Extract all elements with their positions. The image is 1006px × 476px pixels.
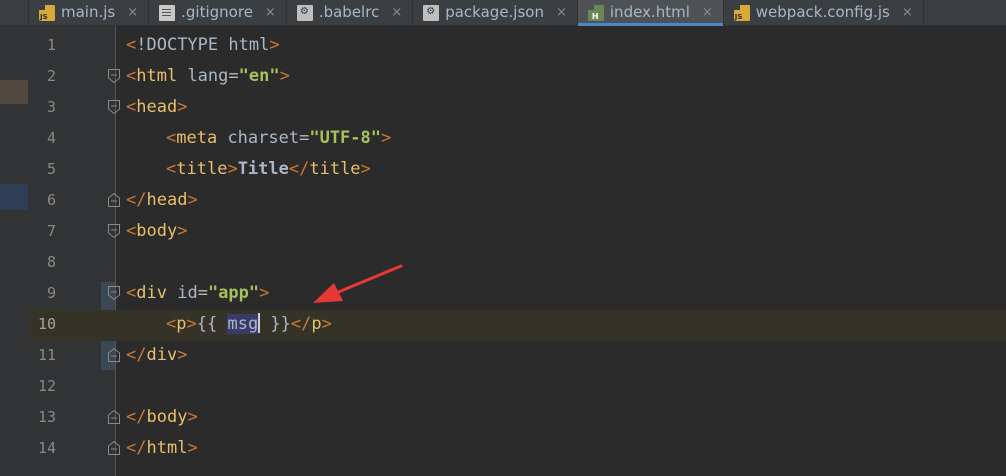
annotation-arrow-icon xyxy=(313,264,403,303)
